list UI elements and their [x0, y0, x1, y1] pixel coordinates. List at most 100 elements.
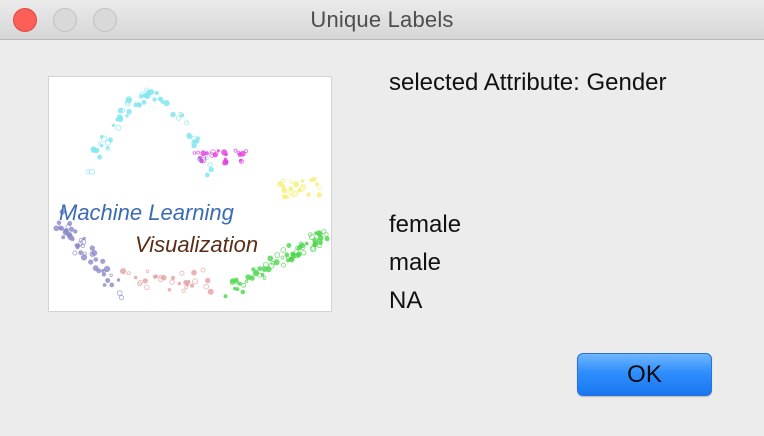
- label-item: NA: [389, 287, 423, 314]
- unique-labels-list: female male NA: [389, 210, 461, 324]
- logo-dot: [223, 294, 228, 299]
- logo-dot: [222, 159, 229, 166]
- logo-dot: [75, 245, 80, 250]
- logo-dot: [318, 240, 323, 245]
- logo-dot: [126, 108, 132, 115]
- logo-line2: Visualization: [135, 232, 258, 257]
- logo-dot: [138, 94, 144, 99]
- logo-dot: [244, 149, 248, 154]
- logo-dot: [316, 230, 323, 237]
- logo-dot: [265, 266, 272, 273]
- logo-dot: [163, 99, 170, 107]
- logo-dot: [137, 102, 142, 108]
- logo-dot: [171, 275, 176, 280]
- logo-dot: [240, 289, 246, 295]
- logo-dot: [186, 133, 193, 140]
- logo-dot: [144, 284, 150, 290]
- logo-dot: [105, 145, 110, 150]
- logo-dot: [236, 150, 241, 154]
- logo-dot: [286, 242, 292, 248]
- logo-dot: [288, 186, 294, 192]
- logo-dot: [281, 187, 288, 194]
- logo-dot: [91, 249, 98, 256]
- logo-dot: [324, 236, 330, 242]
- logo-dot: [119, 295, 125, 301]
- logo-dot: [170, 111, 176, 118]
- logo-dot: [116, 278, 121, 282]
- logo-dot: [105, 277, 111, 283]
- logo-dot: [316, 184, 323, 191]
- logo-dot: [181, 288, 186, 293]
- logo-dot: [177, 281, 182, 286]
- logo-dot: [306, 192, 311, 197]
- logo-dot: [111, 123, 116, 127]
- logo-dot: [120, 268, 127, 275]
- logo-dot: [93, 257, 99, 262]
- logo-dot: [72, 250, 78, 256]
- logo-dot: [109, 282, 115, 288]
- logo-dot: [204, 277, 211, 284]
- logo-dot: [280, 247, 287, 253]
- logo-dot: [133, 275, 138, 280]
- logo-dot: [200, 150, 207, 156]
- selected-attribute-text: selected Attribute: Gender: [389, 69, 667, 96]
- logo-dot: [100, 258, 106, 264]
- logo-dot: [200, 267, 206, 273]
- logo-dot: [267, 255, 274, 262]
- logo-dot: [184, 285, 189, 290]
- ml-visualization-logo: Machine Learning Visualization: [53, 87, 330, 301]
- logo-dot: [179, 270, 185, 276]
- logo-dot: [235, 287, 240, 292]
- logo-dot: [167, 288, 172, 292]
- logo-dot: [315, 182, 319, 186]
- logo-dot: [176, 115, 182, 121]
- logo-dot: [281, 178, 286, 183]
- logo-dot: [196, 150, 201, 155]
- label-item: male: [389, 249, 442, 276]
- logo-dot: [97, 154, 103, 160]
- logo-dot: [280, 255, 285, 260]
- logo-dot: [53, 225, 60, 232]
- logo-dot: [300, 179, 305, 183]
- logo-dot: [292, 181, 299, 188]
- logo-dot: [274, 252, 281, 259]
- logo-dot: [207, 288, 214, 295]
- logo-dot: [207, 162, 213, 168]
- logo-dot: [103, 265, 111, 273]
- logo-dot: [288, 180, 293, 185]
- logo-dot: [58, 226, 63, 231]
- logo-dot: [204, 172, 210, 178]
- logo-dot: [154, 274, 159, 279]
- logo-dot: [154, 90, 159, 96]
- logo-dot: [304, 241, 309, 246]
- logo-dot: [142, 278, 148, 284]
- logo-dot: [192, 278, 198, 285]
- logo-dot: [300, 250, 307, 256]
- logo-dot: [125, 113, 129, 118]
- logo-dot: [323, 232, 329, 238]
- logo-dot: [78, 250, 84, 256]
- logo-dot: [208, 166, 214, 173]
- logo-dot: [237, 281, 242, 286]
- logo-dot: [224, 152, 228, 157]
- logo-image: Machine Learning Visualization: [48, 76, 332, 312]
- logo-dot: [94, 147, 100, 154]
- logo-dot: [197, 155, 202, 160]
- logo-dot: [92, 265, 99, 272]
- logo-dot: [280, 262, 286, 268]
- logo-dot: [262, 276, 267, 280]
- logo-dot: [89, 245, 95, 251]
- logo-dot: [88, 259, 94, 265]
- ok-button[interactable]: OK: [577, 353, 712, 396]
- logo-dot: [116, 290, 123, 296]
- logo-dot: [186, 279, 191, 284]
- logo-dot: [82, 236, 86, 241]
- logo-dot: [61, 235, 66, 240]
- logo-dot: [80, 254, 88, 261]
- logo-dot: [203, 283, 210, 290]
- logo-dot: [288, 256, 295, 263]
- logo-dot: [245, 274, 252, 281]
- title-bar[interactable]: Unique Labels: [0, 0, 764, 40]
- logo-dot: [190, 283, 195, 288]
- logo-dot: [252, 270, 260, 277]
